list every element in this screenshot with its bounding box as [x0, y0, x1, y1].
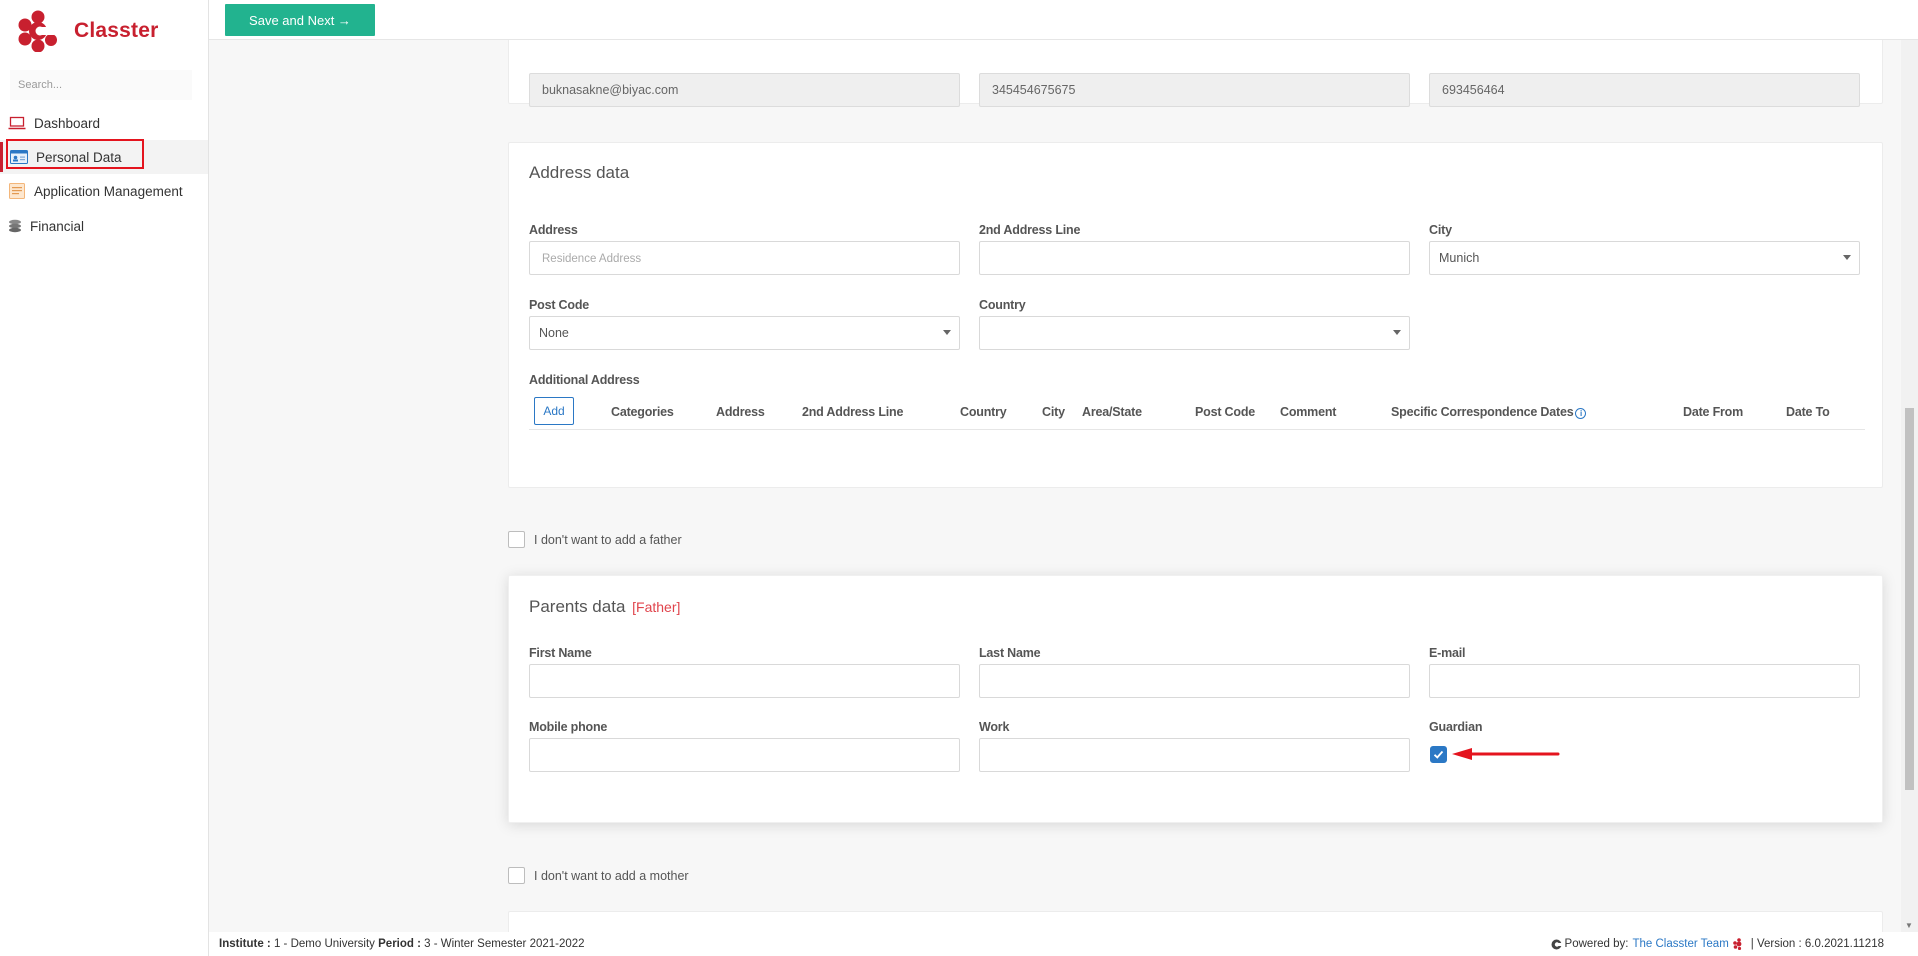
period-label: Period :	[378, 938, 421, 950]
last-name-input[interactable]	[979, 664, 1410, 698]
column-header-label: Specific Correspondence Dates	[1391, 405, 1574, 419]
first-name-input[interactable]	[529, 664, 960, 698]
country-select[interactable]	[979, 316, 1410, 350]
footer-powered-by: Powered by: The Classter Team | Version …	[1551, 938, 1884, 950]
annotation-arrow-icon	[1452, 748, 1560, 760]
powered-by-label: Powered by:	[1564, 938, 1629, 950]
sidebar-item-label: Dashboard	[34, 115, 101, 131]
column-header[interactable]: City	[1042, 405, 1065, 419]
version-text: | Version : 6.0.2021.11218	[1750, 938, 1884, 950]
classter-logo-icon	[18, 10, 57, 52]
info-icon[interactable]: i	[1575, 408, 1587, 419]
column-header[interactable]: Address	[716, 405, 765, 419]
parents-title: Parents data	[529, 597, 626, 616]
classter-logo-small-icon	[1732, 938, 1742, 950]
scroll-down-arrow-icon[interactable]: ▼	[1905, 921, 1913, 930]
footer-institute-info: Institute : 1 - Demo University Period :…	[219, 938, 585, 950]
sidebar-item-application-management[interactable]: Application Management	[0, 174, 208, 208]
mother-opt-out-row: I don't want to add a mother	[508, 867, 689, 884]
column-header[interactable]: Date To	[1786, 405, 1830, 419]
mobile-phone-input[interactable]	[529, 738, 960, 772]
main-content: Address data Address 2nd Address Line Ci…	[209, 40, 1899, 932]
powered-by-link[interactable]: The Classter Team	[1632, 938, 1728, 950]
address-card: Address data Address 2nd Address Line Ci…	[508, 142, 1883, 488]
parents-section-title: Parents data [Father]	[529, 597, 680, 617]
postcode-label: Post Code	[529, 298, 590, 312]
city-value: Munich	[1439, 251, 1480, 265]
father-opt-out-label: I don't want to add a father	[534, 532, 682, 547]
annotation-highlight-box	[6, 139, 144, 169]
email-field[interactable]	[529, 73, 960, 107]
page-scrollbar[interactable]: ▼	[1901, 40, 1918, 932]
postcode-value: None	[539, 326, 569, 340]
additional-address-label: Additional Address	[529, 373, 640, 387]
email-label: E-mail	[1429, 646, 1466, 660]
sidebar-item-label: Financial	[30, 218, 85, 234]
mother-opt-out-label: I don't want to add a mother	[534, 868, 689, 883]
mobile-field[interactable]	[1429, 73, 1860, 107]
father-opt-out-checkbox[interactable]	[508, 531, 525, 548]
table-divider	[529, 429, 1865, 430]
city-select[interactable]: Munich	[1429, 241, 1860, 275]
period-value: 3 - Winter Semester 2021-2022	[424, 938, 585, 950]
institute-value: 1 - Demo University	[273, 938, 375, 950]
scrollbar-thumb[interactable]	[1905, 408, 1914, 790]
column-header[interactable]: Area/State	[1082, 405, 1142, 419]
first-name-label: First Name	[529, 646, 592, 660]
footer: Institute : 1 - Demo University Period :…	[209, 932, 1918, 956]
column-header-correspondence[interactable]: Specific Correspondence Dates i	[1391, 405, 1587, 419]
parents-tag: [Father]	[632, 599, 681, 615]
column-header[interactable]: Date From	[1683, 405, 1743, 419]
next-card	[508, 911, 1883, 932]
chevron-down-icon	[1843, 255, 1851, 260]
country-label: Country	[979, 298, 1026, 312]
parent-email-input[interactable]	[1429, 664, 1860, 698]
chevron-down-icon	[1393, 330, 1401, 335]
sidebar-search-input[interactable]	[10, 70, 192, 100]
father-opt-out-row: I don't want to add a father	[508, 531, 682, 548]
classter-small-icon	[1551, 939, 1562, 949]
column-header[interactable]: Post Code	[1195, 405, 1255, 419]
address2-input[interactable]	[979, 241, 1410, 275]
mobile-phone-label: Mobile phone	[529, 720, 608, 734]
contact-card	[508, 40, 1883, 107]
column-header[interactable]: 2nd Address Line	[802, 405, 903, 419]
app-logo[interactable]: Classter	[18, 10, 158, 52]
chevron-down-icon	[943, 330, 951, 335]
laptop-icon	[8, 116, 26, 130]
save-and-next-button[interactable]: Save and Next →	[225, 4, 375, 36]
address-input[interactable]	[529, 241, 960, 275]
column-header[interactable]: Categories	[611, 405, 674, 419]
work-phone-input[interactable]	[979, 738, 1410, 772]
guardian-checkbox[interactable]	[1430, 746, 1447, 763]
guardian-label: Guardian	[1429, 720, 1483, 734]
coins-icon	[9, 219, 21, 233]
sidebar: Classter Dashboard Personal Data Applica…	[0, 0, 209, 956]
parents-card: Parents data [Father] First Name Last Na…	[508, 575, 1883, 823]
add-address-button[interactable]: Add	[534, 397, 574, 425]
column-header[interactable]: Comment	[1280, 405, 1336, 419]
address2-label: 2nd Address Line	[979, 223, 1081, 237]
notepad-icon	[9, 183, 25, 199]
top-toolbar: Save and Next →	[209, 0, 1918, 40]
phone-field[interactable]	[979, 73, 1410, 107]
app-name: Classter	[74, 19, 159, 42]
sidebar-item-dashboard[interactable]: Dashboard	[0, 106, 208, 140]
column-header[interactable]: Country	[960, 405, 1007, 419]
address-label: Address	[529, 223, 578, 237]
mother-opt-out-checkbox[interactable]	[508, 867, 525, 884]
address-section-title: Address data	[529, 163, 630, 182]
work-label: Work	[979, 720, 1010, 734]
sidebar-item-financial[interactable]: Financial	[0, 209, 208, 243]
sidebar-item-label: Application Management	[34, 183, 183, 199]
last-name-label: Last Name	[979, 646, 1041, 660]
checkmark-icon	[1433, 750, 1444, 759]
institute-label: Institute :	[219, 938, 271, 950]
city-label: City	[1429, 223, 1452, 237]
postcode-select[interactable]: None	[529, 316, 960, 350]
